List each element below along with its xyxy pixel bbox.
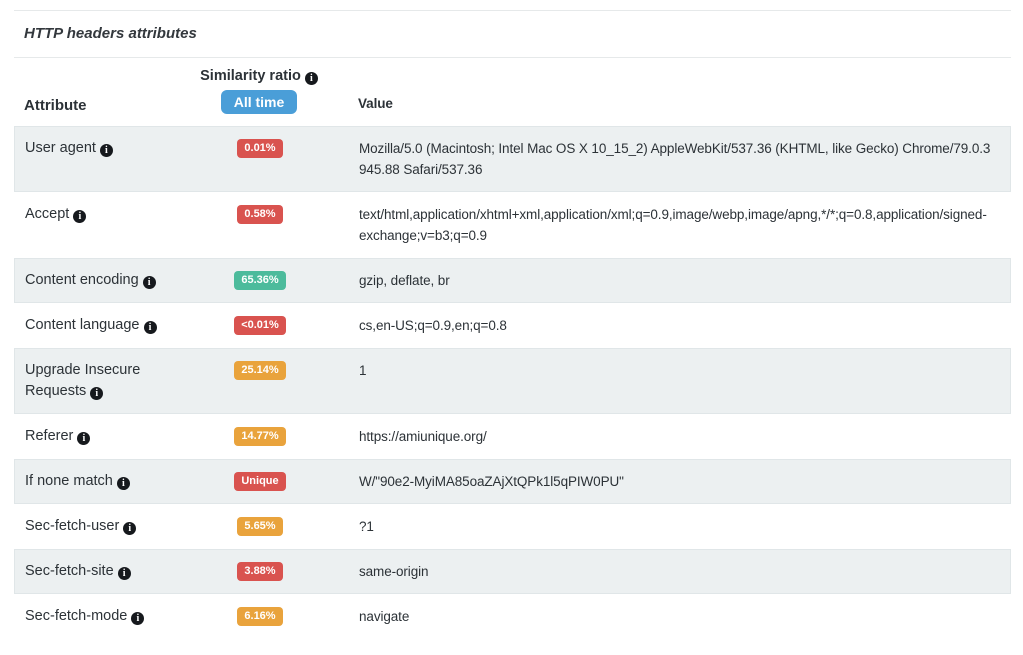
section-title-bar: HTTP headers attributes (14, 10, 1011, 58)
attribute-name: If none match i (25, 471, 197, 492)
attribute-name: Referer i (25, 426, 197, 447)
similarity-ratio-badge: 0.01% (237, 139, 282, 158)
info-icon[interactable]: i (118, 567, 131, 580)
similarity-ratio-label: Similarity ratioi (200, 68, 318, 85)
similarity-ratio-cell: 5.65% (200, 516, 320, 537)
similarity-ratio-cell: 25.14% (200, 360, 320, 402)
attribute-name: Accepti (25, 204, 197, 246)
similarity-ratio-badge: 65.36% (234, 271, 285, 290)
info-icon[interactable]: i (77, 432, 90, 445)
attribute-label: Content language (25, 317, 140, 333)
similarity-ratio-cell: <0.01% (200, 315, 320, 336)
attribute-label: Upgrade Insecure Requests (25, 362, 140, 399)
similarity-ratio-badge: 5.65% (237, 517, 282, 536)
info-icon[interactable]: i (123, 522, 136, 535)
attribute-value: gzip, deflate, br (320, 270, 1000, 291)
similarity-ratio-cell: 14.77% (200, 426, 320, 447)
info-icon[interactable]: i (90, 387, 103, 400)
info-icon[interactable]: i (73, 210, 86, 223)
attribute-value: Mozilla/5.0 (Macintosh; Intel Mac OS X 1… (320, 138, 1000, 180)
attribute-name: Sec-fetch-mode i (25, 606, 197, 627)
attribute-label: Referer (25, 428, 73, 444)
table-row: Accepti 0.58% text/html,application/xhtm… (14, 192, 1011, 258)
similarity-ratio-badge: Unique (234, 472, 285, 491)
similarity-ratio-cell: 0.58% (200, 204, 320, 246)
attribute-value: W/"90e2-MyiMA85oaZAjXtQPk1l5qPIW0PU" (320, 471, 1000, 492)
table-body: User agent i 0.01% Mozilla/5.0 (Macintosh… (14, 126, 1011, 639)
similarity-ratio-badge: 25.14% (234, 361, 285, 380)
attribute-name: Content language i (25, 315, 197, 336)
info-icon[interactable]: i (143, 276, 156, 289)
attribute-name: Upgrade Insecure Requestsi (25, 360, 197, 402)
attribute-name: Sec-fetch-user i (25, 516, 197, 537)
similarity-ratio-cell: 3.88% (200, 561, 320, 582)
table-row: Upgrade Insecure Requestsi 25.14% 1 (14, 348, 1011, 414)
table-row: Sec-fetch-mode i 6.16% navigate (14, 594, 1011, 639)
attribute-name: User agent i (25, 138, 197, 180)
all-time-button[interactable]: All time (221, 90, 298, 114)
similarity-ratio-badge: 14.77% (234, 427, 285, 446)
attribute-value: same-origin (320, 561, 1000, 582)
attribute-value: navigate (320, 606, 1000, 627)
similarity-ratio-cell: Unique (200, 471, 320, 492)
table-header: Attribute Similarity ratioi All time Val… (14, 58, 1011, 126)
info-icon[interactable]: i (305, 72, 318, 85)
similarity-ratio-cell: 65.36% (200, 270, 320, 291)
similarity-ratio-cell: 0.01% (200, 138, 320, 180)
attribute-label: Content encoding (25, 272, 139, 288)
table-row: Content language i <0.01% cs,en-US;q=0.9,… (14, 303, 1011, 348)
similarity-ratio-cell: 6.16% (200, 606, 320, 627)
attribute-label: Sec-fetch-user (25, 518, 119, 534)
attribute-value: ?1 (320, 516, 1000, 537)
attribute-label: Sec-fetch-site (25, 563, 114, 579)
http-headers-panel: HTTP headers attributes Attribute Simila… (14, 10, 1011, 639)
attribute-value: text/html,application/xhtml+xml,applicat… (320, 204, 1000, 246)
section-title: HTTP headers attributes (24, 25, 197, 42)
attribute-value: cs,en-US;q=0.9,en;q=0.8 (320, 315, 1000, 336)
attribute-label: If none match (25, 473, 113, 489)
column-header-value: Value (319, 93, 1001, 114)
info-icon[interactable]: i (144, 321, 157, 334)
similarity-ratio-badge: 6.16% (237, 607, 282, 626)
table-row: If none match i Unique W/"90e2-MyiMA85oaZ… (14, 459, 1011, 504)
similarity-ratio-badge: 3.88% (237, 562, 282, 581)
table-row: Referer i 14.77% https://amiunique.org/ (14, 414, 1011, 459)
similarity-ratio-badge: 0.58% (237, 205, 282, 224)
table-row: Sec-fetch-user i 5.65% ?1 (14, 504, 1011, 549)
column-header-attribute: Attribute (24, 97, 199, 114)
table-row: Content encoding i 65.36% gzip, deflate, … (14, 258, 1011, 303)
attribute-value: 1 (320, 360, 1000, 402)
info-icon[interactable]: i (100, 144, 113, 157)
info-icon[interactable]: i (117, 477, 130, 490)
attribute-name: Content encoding i (25, 270, 197, 291)
similarity-ratio-badge: <0.01% (234, 316, 286, 335)
table-row: Sec-fetch-site i 3.88% same-origin (14, 549, 1011, 594)
attribute-label: Sec-fetch-mode (25, 608, 127, 624)
attribute-label: Accept (25, 206, 69, 222)
attribute-label: User agent (25, 140, 96, 156)
info-icon[interactable]: i (131, 612, 144, 625)
column-header-similarity: Similarity ratioi All time (199, 68, 319, 114)
table-row: User agent i 0.01% Mozilla/5.0 (Macintosh… (14, 126, 1011, 192)
attribute-value: https://amiunique.org/ (320, 426, 1000, 447)
attribute-name: Sec-fetch-site i (25, 561, 197, 582)
